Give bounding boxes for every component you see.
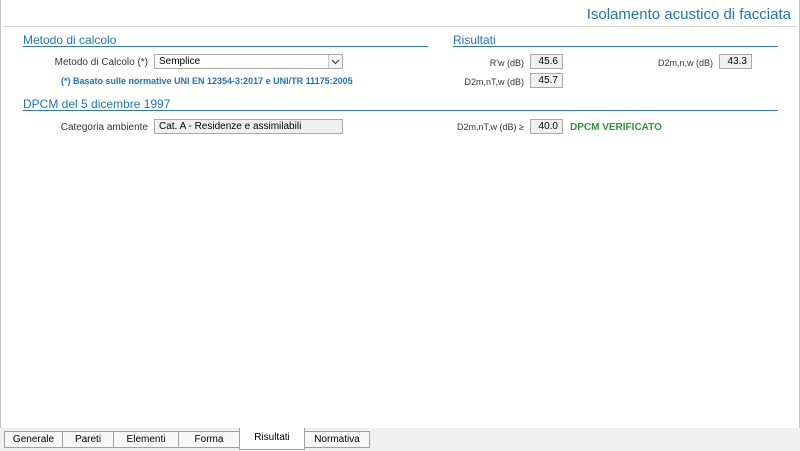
tab-generale[interactable]: Generale <box>4 431 63 448</box>
section-title-metodo: Metodo di calcolo <box>23 33 117 47</box>
dpcm-status-badge: DPCM VERIFICATO <box>570 122 662 133</box>
section-title-dpcm: DPCM del 5 dicembre 1997 <box>23 97 171 111</box>
main-panel: Isolamento acustico di facciata Metodo d… <box>0 0 800 429</box>
calc-method-select[interactable]: Semplice <box>154 54 343 69</box>
chevron-down-icon[interactable] <box>328 55 342 68</box>
page-title: Isolamento acustico di facciata <box>586 6 791 23</box>
tab-bar: Generale Pareti Elementi Forma Risultati… <box>0 428 800 451</box>
tab-pareti[interactable]: Pareti <box>62 431 114 448</box>
d2mnw-label: D2m,n,w (dB) <box>657 58 713 68</box>
section-divider-risultati <box>453 46 778 47</box>
section-title-risultati: Risultati <box>453 33 496 47</box>
rw-value-field: 45.6 <box>530 54 563 69</box>
categoria-field[interactable]: Cat. A - Residenze e assimilabili <box>154 119 343 134</box>
categoria-label: Categoria ambiente <box>60 122 148 133</box>
limit-label: D2m,nT,w (dB) ≥ <box>457 122 524 132</box>
tab-forma[interactable]: Forma <box>178 431 240 448</box>
d2mntw-label: D2m,nT,w (dB) <box>464 77 524 87</box>
d2mnw-value-field: 43.3 <box>719 54 752 69</box>
limit-value-field: 40.0 <box>530 119 563 134</box>
section-divider-dpcm <box>23 110 778 111</box>
tab-elementi[interactable]: Elementi <box>113 431 179 448</box>
d2mntw-value-field: 45.7 <box>530 73 563 88</box>
calc-method-value: Semplice <box>159 56 201 67</box>
tab-normativa[interactable]: Normativa <box>304 431 370 448</box>
tab-risultati[interactable]: Risultati <box>239 428 305 450</box>
normative-note: (*) Basato sulle normative UNI EN 12354-… <box>61 76 353 86</box>
title-divider <box>3 26 797 27</box>
rw-label: R'w (dB) <box>489 58 524 68</box>
section-divider-metodo <box>23 46 428 47</box>
calc-method-label: Metodo di Calcolo (*) <box>54 57 148 68</box>
